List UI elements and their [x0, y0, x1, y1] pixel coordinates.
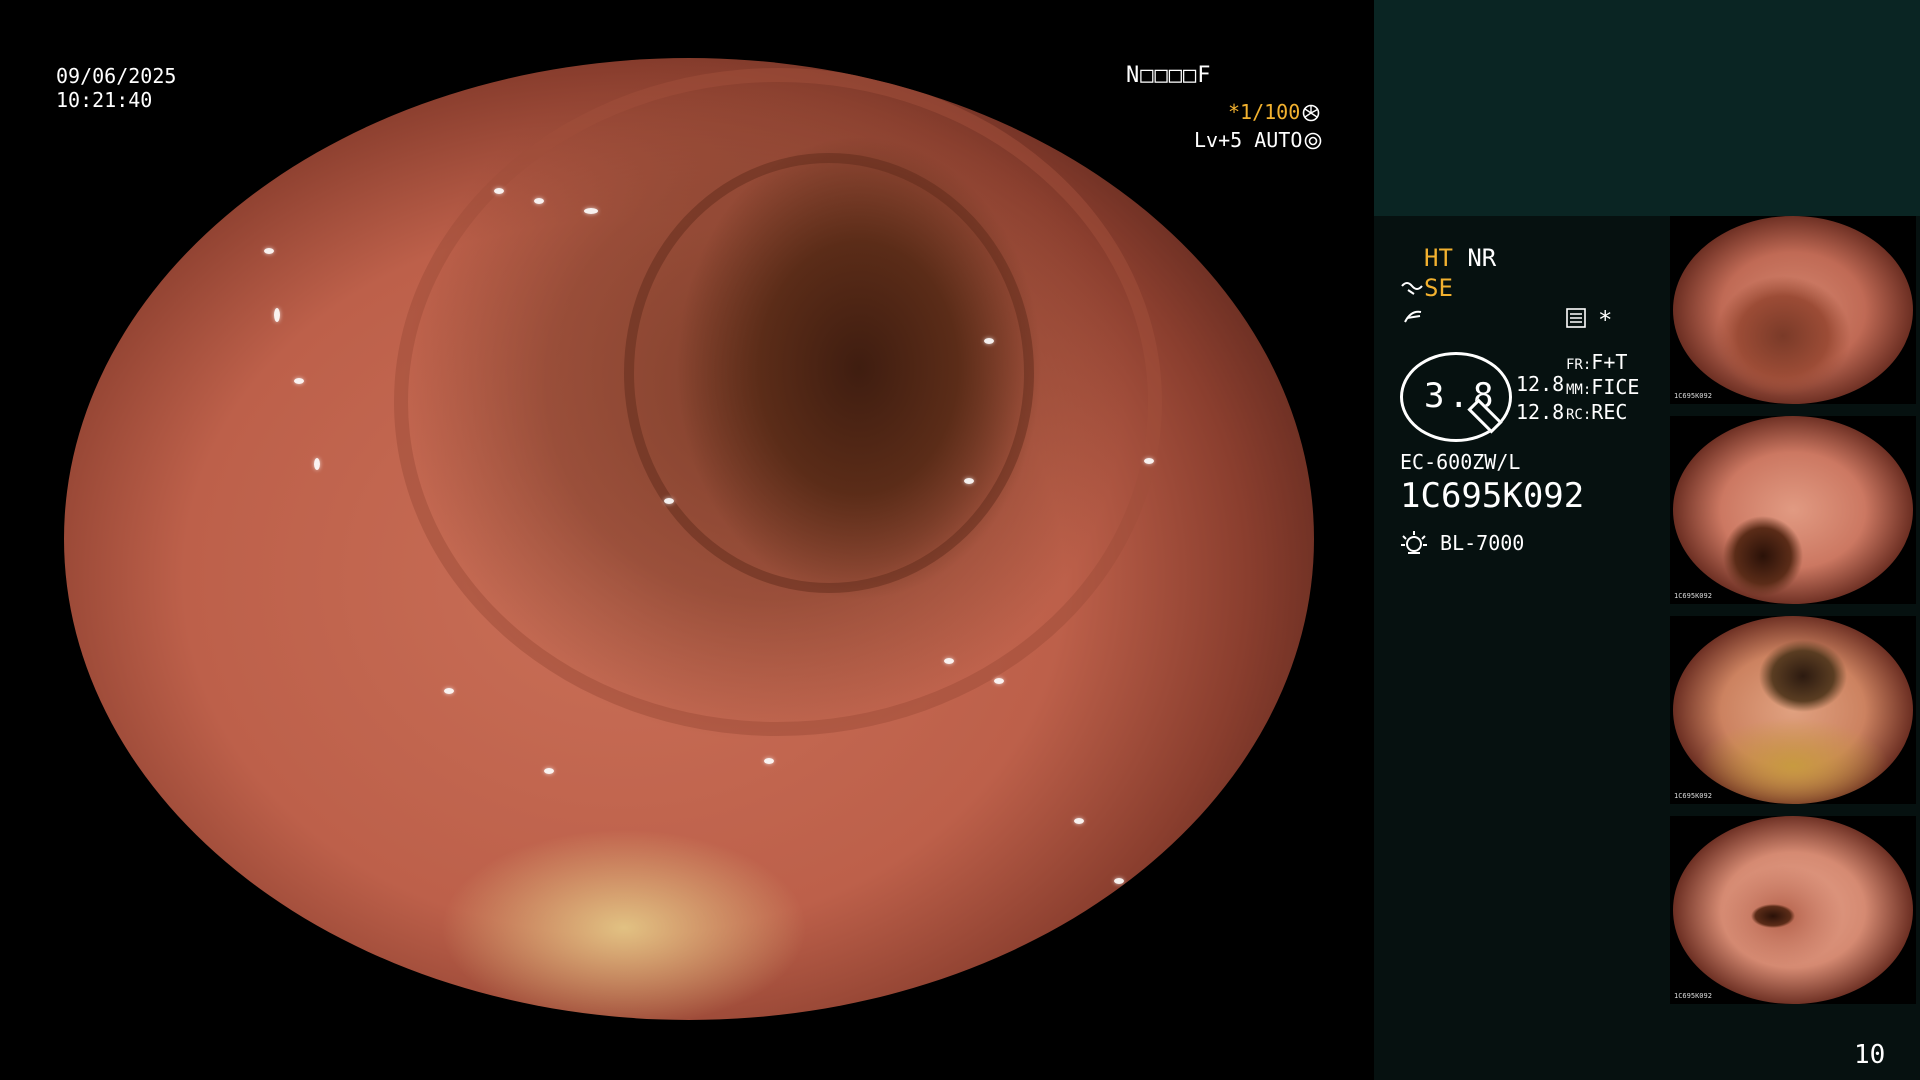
reflection: [444, 688, 454, 694]
se-label: SE: [1424, 274, 1453, 302]
reflection: [964, 478, 974, 484]
reflection: [764, 758, 774, 764]
rate-top: 12.8: [1516, 372, 1565, 396]
date-label: 09/06/2025: [56, 64, 177, 88]
reflection: [494, 188, 504, 194]
thumbnail-image: [1673, 416, 1913, 604]
reflection: [264, 248, 274, 254]
reflection: [294, 378, 304, 384]
light-source-row: BL-7000: [1400, 530, 1524, 556]
lamp-icon: [1401, 531, 1427, 554]
reflection: [994, 678, 1004, 684]
reflection: [944, 658, 954, 664]
reflection: [1114, 878, 1124, 884]
patient-code: N□□□□F: [1126, 63, 1212, 88]
aperture-icon: [1302, 104, 1320, 122]
info-panel-header: [1374, 0, 1920, 216]
reflection: [584, 208, 598, 214]
scope-model: EC-600ZW/L: [1400, 450, 1521, 474]
thumbnail-image: [1673, 616, 1913, 804]
thumbnail-serial: 1C695K092: [1674, 392, 1712, 400]
shutter-speed: *1/100: [1228, 100, 1301, 124]
mm-key: MM:: [1566, 382, 1592, 398]
thumbnail-4[interactable]: 1C695K092: [1670, 816, 1916, 1004]
thumbnail-1[interactable]: 1C695K092: [1670, 216, 1916, 404]
target-icon: [1305, 132, 1322, 150]
filter-icon: [1402, 306, 1424, 332]
fr-key: FR:: [1566, 357, 1592, 373]
reflection: [314, 458, 320, 470]
thumbnail-serial: 1C695K092: [1674, 992, 1712, 1000]
endoscope-view: [64, 58, 1314, 1020]
shutter-row: *1/100: [1228, 100, 1320, 124]
thumbnail-2[interactable]: 1C695K092: [1670, 416, 1916, 604]
image-count: 10: [1854, 1040, 1886, 1070]
fr-value: F+T: [1591, 350, 1628, 374]
scope-serial: 1C695K092: [1400, 476, 1585, 516]
rc-value: REC: [1591, 400, 1628, 424]
rate-bottom: 12.8: [1516, 400, 1565, 424]
time-label: 10:21:40: [56, 88, 153, 112]
reflection: [274, 308, 280, 322]
reflection: [1074, 818, 1084, 824]
fr-row: FR:F+T: [1566, 350, 1627, 374]
se-row: SE: [1400, 274, 1453, 302]
light-level-row: Lv+5 AUTO: [1194, 128, 1322, 152]
ht-nr-row: HT NR: [1424, 244, 1496, 272]
thumbnail-serial: 1C695K092: [1674, 592, 1712, 600]
nr-label: NR: [1467, 244, 1497, 272]
rc-key: RC:: [1566, 407, 1592, 423]
thumbnail-3[interactable]: 1C695K092: [1670, 616, 1916, 804]
light-level: Lv+5 AUTO: [1194, 128, 1303, 152]
mucosal-fold: [624, 153, 1034, 593]
ht-label: HT: [1424, 244, 1453, 272]
thumbnail-image: [1673, 816, 1913, 1004]
reflection: [664, 498, 674, 504]
enhance-icon: [1401, 282, 1423, 295]
rc-row: RC:REC: [1566, 400, 1627, 424]
mm-row: MM:FICE: [1566, 375, 1639, 399]
thumbnail-image: [1673, 216, 1913, 404]
reflection: [534, 198, 544, 204]
reflection: [984, 338, 994, 344]
list-icon: [1566, 308, 1586, 332]
thumbnail-serial: 1C695K092: [1674, 792, 1712, 800]
reflection: [1144, 458, 1154, 464]
mm-value: FICE: [1591, 375, 1640, 399]
asterisk-label: *: [1598, 306, 1613, 334]
light-source: BL-7000: [1440, 531, 1525, 555]
reflection: [544, 768, 554, 774]
